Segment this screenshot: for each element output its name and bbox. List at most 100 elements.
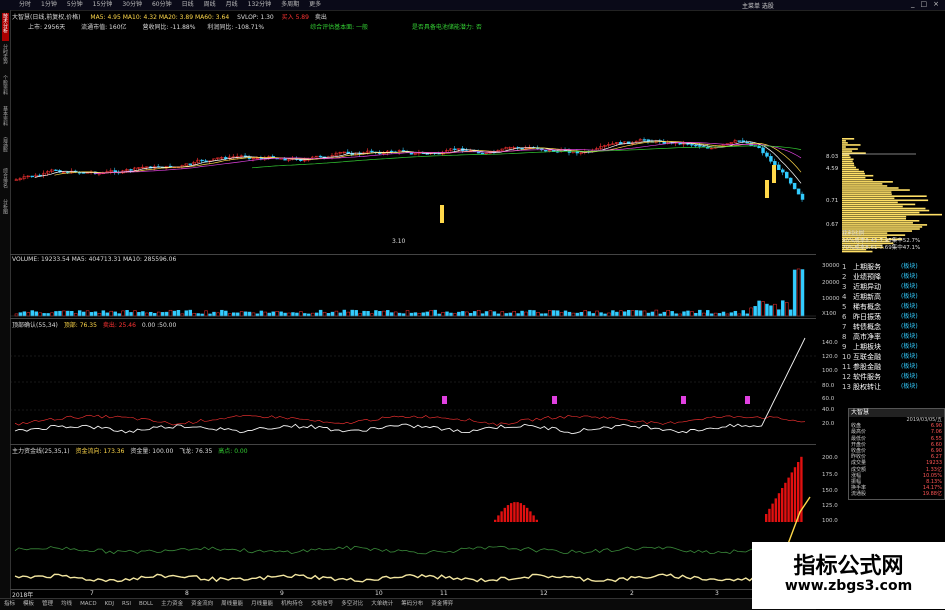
indicator-tab[interactable]: 大单统计 [367,599,397,610]
close-icon[interactable]: × [933,0,939,8]
menu-item[interactable]: 月线 [221,1,243,9]
volume-bar [66,310,70,317]
volume-bar [137,312,141,317]
volume-bar [551,310,556,317]
indicator-tab[interactable]: 机构持仓 [277,599,307,610]
signal-marker [552,396,557,404]
sector-index: 13 [842,383,851,391]
indicator-tab[interactable]: 管理 [38,599,57,610]
main-force-chart[interactable] [10,452,816,590]
sector-item[interactable]: 2 业绩预降 (板块) [842,272,945,282]
volume-chart[interactable] [10,262,816,318]
main-force-bar [781,488,784,522]
indicator-tab[interactable]: 周线量能 [217,599,247,610]
volume-bar [105,312,110,317]
left-tab-watchlist[interactable]: 自选股 [2,137,9,165]
volume-profile-bar [842,197,895,200]
maximize-icon[interactable]: □ [921,0,928,8]
main-force-bar [765,514,768,522]
indicator-tab[interactable]: 交易信号 [307,599,337,610]
volume-bar [512,310,516,317]
indicator-tab[interactable]: 筹码分布 [397,599,427,610]
menu-item[interactable]: 132分钟 [243,1,276,9]
volume-profile-bar [842,183,883,185]
sector-item[interactable]: 1 上期服务 (板块) [842,262,945,272]
volume-profile-bar [842,201,898,204]
volume-bar [425,311,429,317]
sector-item[interactable]: 8 高市净率 (板块) [842,332,945,342]
sector-item[interactable]: 13 股权转让 (板块) [842,382,945,392]
indicator-tab[interactable]: 模板 [19,599,38,610]
volume-bar [54,311,58,317]
volume-bar [267,312,271,317]
menu-item[interactable]: 周线 [199,1,221,9]
price-chart[interactable] [10,30,816,254]
sector-item[interactable]: 4 近期新高 (板块) [842,292,945,302]
sector-tag: (板块) [901,323,918,330]
volume-bar [587,311,591,317]
volume-bar [792,269,797,317]
volume-bar [417,312,422,317]
time-axis-label: 3 [715,590,719,597]
volume-bar [761,301,765,317]
menu-item[interactable]: 1分钟 [36,1,62,9]
volume-profile-bar [842,179,873,181]
volume-bar [97,313,102,317]
indicator-tab[interactable]: 资金博弈 [427,599,457,610]
left-tab-technical[interactable]: 技术分析 [2,13,9,41]
left-tab-ranking[interactable]: 综合排名 [2,168,9,196]
menu-item[interactable]: 多周期 [276,1,304,9]
sector-item[interactable]: 5 稀有概念 (板块) [842,302,945,312]
sector-item[interactable]: 6 昨日振荡 (板块) [842,312,945,322]
indicator-tab[interactable]: 多空对比 [337,599,367,610]
indicator-tab[interactable]: BOLL [135,599,157,610]
left-tab-chart[interactable]: 分析图 [2,199,9,227]
candle-body [184,163,189,166]
menu-item[interactable]: 更多 [304,1,326,9]
sector-item[interactable]: 11 参股金融 (板块) [842,362,945,372]
menu-item[interactable]: 5分钟 [62,1,88,9]
candle-body [785,171,789,179]
main-force-bar [777,493,781,522]
indicator-tab[interactable]: 主力资金 [157,599,187,610]
sector-item[interactable]: 12 软件服务 (板块) [842,372,945,382]
ma-values: MA5: 4.95 MA10: 4.32 MA20: 3.89 MA60: 3.… [90,14,230,21]
volume-bar [299,311,303,317]
menu-item[interactable]: 分时 [14,1,36,9]
sector-index: 6 [842,313,847,321]
left-tab-fundamentals[interactable]: 基本资料 [2,106,9,134]
main-force-bar [774,498,777,522]
volume-bar [70,310,74,317]
candle-body [251,157,256,160]
indicator-tab[interactable]: KDJ [101,599,118,610]
menu-item[interactable]: 30分钟 [117,1,147,9]
left-tab-profile[interactable]: 个股资料 [2,75,9,103]
indicator-tab[interactable]: 月线量能 [247,599,277,610]
indicator-tab[interactable]: RSI [118,599,135,610]
volume-bar [232,312,236,317]
sector-item[interactable]: 3 近期异动 (板块) [842,282,945,292]
main-force-bar [535,519,538,522]
menu-item[interactable]: 60分钟 [147,1,177,9]
indicator-tab[interactable]: 均线 [57,599,76,610]
volume-bar [536,312,540,317]
minimize-icon[interactable]: _ [911,0,915,8]
indicator-tab[interactable]: MACD [76,599,101,610]
menu-item[interactable]: 15分钟 [88,1,118,9]
volume-bar [228,313,232,317]
sector-item[interactable]: 7 转债概念 (板块) [842,322,945,332]
oscillator-chart[interactable] [10,326,816,444]
volume-profile-bar [842,164,855,167]
volume-bar [109,310,114,317]
menu-item[interactable]: 日线 [177,1,199,9]
sector-item[interactable]: 9 上期板块 (板块) [842,342,945,352]
left-tab-intraday[interactable]: 分时走势 [2,44,9,72]
volume-bar [378,311,382,317]
candle-body [401,150,406,152]
sector-item[interactable]: 10 互联金融 (板块) [842,352,945,362]
volume-bar [654,309,659,317]
candle-body [579,152,584,154]
indicator-tab[interactable]: 指标 [0,599,19,610]
volume-bar [393,311,398,317]
indicator-tab[interactable]: 资金流向 [187,599,217,610]
